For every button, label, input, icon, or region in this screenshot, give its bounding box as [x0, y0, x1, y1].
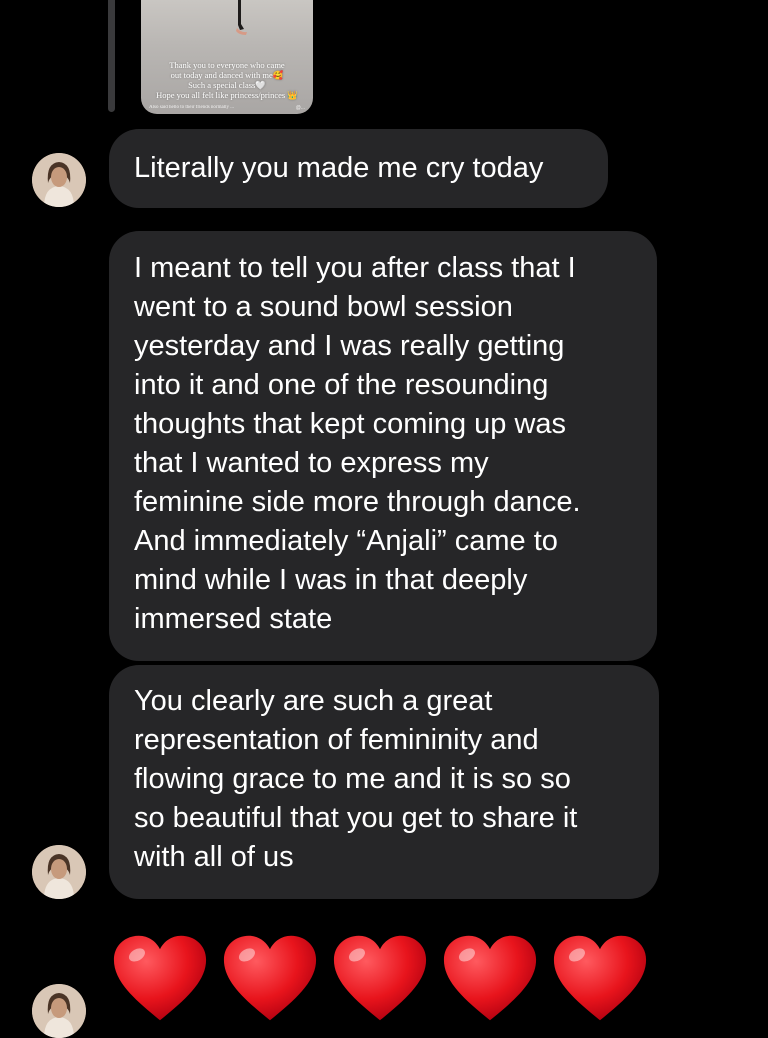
avatar[interactable] [32, 845, 86, 899]
heart-icon [553, 935, 647, 1021]
message-text-line: went to a sound bowl session [134, 291, 513, 323]
heart-icon [333, 935, 427, 1021]
profile-photo-icon [32, 984, 86, 1038]
message-text-line: feminine side more through dance. [134, 486, 581, 518]
message-text-line: mind while I was in that deeply [134, 564, 528, 596]
message-bubble[interactable]: I meant to tell you after class that I w… [109, 231, 657, 661]
story-caption-line: Such a special class🤍 [188, 80, 266, 90]
message-text-line: You clearly are such a great [134, 685, 493, 717]
message-bubble[interactable]: Literally you made me cry today [109, 129, 608, 208]
story-caption-line: Thank you to everyone who came [169, 60, 285, 70]
story-handle: @... [295, 105, 305, 111]
message-text-line: thoughts that kept coming up was [134, 408, 567, 440]
heart-icon [443, 935, 537, 1021]
heart-icon [113, 935, 207, 1021]
message-text-line: flowing grace to me and it is so so [134, 763, 571, 795]
heart-icon [223, 935, 317, 1021]
story-caption-line: out today and danced with me🥰 [170, 70, 284, 80]
story-caption-line: Hope you all felt like princess/princes … [156, 90, 298, 100]
profile-photo-icon [32, 845, 86, 899]
message-text-line: that I wanted to express my [134, 447, 489, 479]
avatar[interactable] [32, 153, 86, 207]
shared-story-thumbnail[interactable]: Thank you to everyone who came out today… [141, 0, 313, 114]
message-text-line: I meant to tell you after class that I [134, 252, 576, 284]
story-small-text: Also said hello to their friends normall… [149, 105, 234, 110]
dancer-legs-image [236, 0, 247, 35]
profile-photo-icon [32, 153, 86, 207]
story-reply-bar [108, 0, 115, 112]
message-text: Literally you made me cry today [134, 152, 544, 184]
message-text-line: And immediately “Anjali” came to [134, 525, 558, 557]
message-text-line: representation of femininity and [134, 724, 539, 756]
message-text-line: yesterday and I was really getting [134, 330, 565, 362]
message-text-line: so beautiful that you get to share it [134, 802, 578, 834]
heart-emoji-message[interactable] [112, 933, 672, 1021]
message-text-line: into it and one of the resounding [134, 369, 549, 401]
message-text-line: immersed state [134, 603, 333, 635]
story-caption: Thank you to everyone who came out today… [141, 60, 313, 100]
message-bubble[interactable]: You clearly are such a great representat… [109, 665, 659, 899]
avatar[interactable] [32, 984, 86, 1038]
message-text-line: with all of us [134, 841, 294, 873]
